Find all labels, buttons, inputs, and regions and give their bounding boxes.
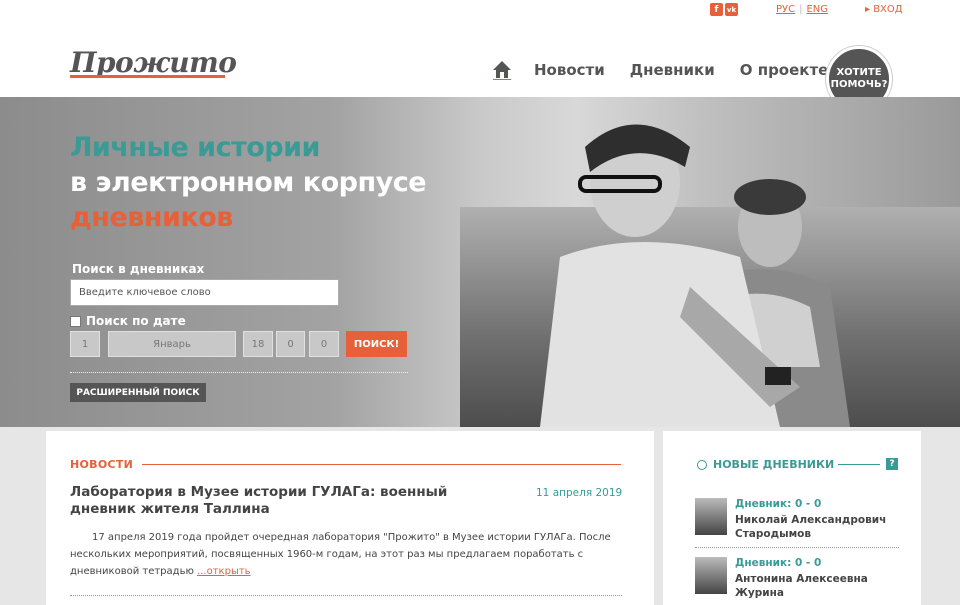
diary-author-photo xyxy=(695,498,727,535)
lang-ru-link[interactable]: РУС xyxy=(776,4,795,15)
hero-title-line1: Личные истории xyxy=(70,132,320,163)
facebook-icon[interactable]: f xyxy=(710,3,723,16)
new-diaries-panel: НОВЫЕ ДНЕВНИКИ ? Дневник: 0 - 0 Николай … xyxy=(663,431,921,605)
hero-divider xyxy=(70,372,408,373)
diary-divider xyxy=(695,547,899,548)
diary-dates: Дневник: 0 - 0 xyxy=(735,557,822,569)
advanced-search-button[interactable]: РАСШИРЕННЫЙ ПОИСК xyxy=(70,383,206,402)
help-icon[interactable]: ? xyxy=(886,458,898,470)
date-search-checkbox[interactable] xyxy=(70,315,81,327)
news-heading: НОВОСТИ xyxy=(70,458,134,471)
nav-item-diaries[interactable]: Дневники xyxy=(630,61,715,79)
search-input[interactable]: Введите ключевое слово xyxy=(70,279,339,306)
nav-item-about[interactable]: О проекте xyxy=(740,61,829,79)
hero-title-line3: дневников xyxy=(70,202,233,233)
news-heading-rule xyxy=(142,464,621,465)
lang-separator: | xyxy=(799,4,803,15)
social-links: f vk xyxy=(710,3,738,16)
date-month-select[interactable]: Январь xyxy=(108,331,236,357)
news-excerpt: 17 апреля 2019 года пройдет очередная ла… xyxy=(70,529,622,580)
home-icon[interactable] xyxy=(492,60,512,81)
logo-underline xyxy=(70,75,225,78)
date-search-label: Поиск по дате xyxy=(86,314,186,328)
date-day-field[interactable]: 1 xyxy=(70,331,100,357)
login-link[interactable]: ▸ ВХОД xyxy=(865,4,903,15)
news-read-more-link[interactable]: ...открыть xyxy=(197,566,250,577)
clock-icon xyxy=(697,459,707,470)
diary-author-name[interactable]: Антонина Алексеевна Журина xyxy=(735,572,895,600)
main-nav: Новости Дневники О проекте xyxy=(492,60,853,81)
news-title-link[interactable]: Лаборатория в Музее истории ГУЛАГа: воен… xyxy=(70,484,450,518)
diary-item[interactable]: Дневник: 0 - 0 Николай Александрович Ста… xyxy=(695,498,915,543)
diary-dates: Дневник: 0 - 0 xyxy=(735,498,822,510)
news-panel: НОВОСТИ Лаборатория в Музее истории ГУЛА… xyxy=(46,431,654,605)
diary-author-photo xyxy=(695,557,727,594)
hero-photo-man xyxy=(540,124,800,427)
news-date: 11 апреля 2019 xyxy=(536,487,623,499)
date-year-digit-1[interactable]: 18 xyxy=(243,331,273,357)
news-excerpt-text: 17 апреля 2019 года пройдет очередная ла… xyxy=(70,532,611,577)
new-diaries-rule xyxy=(838,464,880,465)
date-search-toggle[interactable]: Поиск по дате xyxy=(70,314,186,328)
new-diaries-heading: НОВЫЕ ДНЕВНИКИ xyxy=(713,458,835,471)
search-label: Поиск в дневниках xyxy=(72,262,205,276)
top-bar: f vk РУС | ENG ▸ ВХОД xyxy=(0,0,960,24)
new-diaries-header: НОВЫЕ ДНЕВНИКИ xyxy=(697,458,834,471)
lang-en-link[interactable]: ENG xyxy=(806,4,828,15)
search-button[interactable]: ПОИСК! xyxy=(346,331,407,357)
hero-banner: Личные истории в электронном корпусе дне… xyxy=(0,97,960,427)
date-year-digit-3[interactable]: 0 xyxy=(309,331,339,357)
language-switcher: РУС | ENG xyxy=(776,4,828,15)
diary-item[interactable]: Дневник: 0 - 0 Антонина Алексеевна Журин… xyxy=(695,557,915,602)
vk-icon[interactable]: vk xyxy=(725,3,738,16)
diary-author-name[interactable]: Николай Александрович Стародымов xyxy=(735,513,895,541)
nav-item-news[interactable]: Новости xyxy=(534,61,605,79)
hero-title-line2: в электронном корпусе xyxy=(70,167,427,198)
news-divider xyxy=(70,595,622,596)
date-year-digit-2[interactable]: 0 xyxy=(276,331,305,357)
